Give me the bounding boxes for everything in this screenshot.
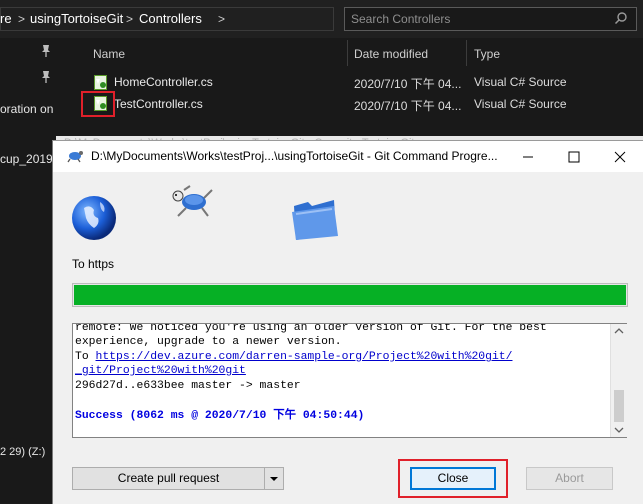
pin-icon[interactable] <box>40 70 52 84</box>
column-header-name[interactable]: Name <box>93 47 125 61</box>
create-pull-request-button[interactable]: Create pull request <box>72 467 265 490</box>
nav-item-project[interactable]: oration on <box>0 102 53 116</box>
pin-icon[interactable] <box>40 44 52 58</box>
minimize-button[interactable] <box>505 141 551 172</box>
file-date: 2020/7/10 下午 04... <box>354 77 462 91</box>
scroll-up-icon[interactable] <box>614 327 624 335</box>
maximize-button[interactable] <box>551 141 597 172</box>
progress-bar <box>72 283 628 307</box>
search-input[interactable] <box>351 10 601 28</box>
globe-icon <box>72 196 116 240</box>
log-scrollbar[interactable] <box>610 324 627 437</box>
chevron-right-icon: > <box>126 12 134 26</box>
search-icon <box>614 12 627 25</box>
scroll-down-icon[interactable] <box>614 426 624 434</box>
csharp-file-icon <box>94 75 107 90</box>
nav-item-backup[interactable]: cup_2019_ <box>0 152 59 166</box>
file-row[interactable]: TestController.cs 2020/7/10 下午 04... Vis… <box>88 94 643 114</box>
dialog-title: D:\MyDocuments\Works\testProj...\usingTo… <box>91 149 498 163</box>
file-row[interactable]: HomeController.cs 2020/7/10 下午 04... Vis… <box>88 72 643 92</box>
dropdown-arrow-icon <box>270 477 278 481</box>
breadcrumb-item-partial[interactable]: re <box>0 0 12 38</box>
log-text: To <box>75 351 96 363</box>
highlight-box <box>81 91 115 117</box>
highlight-box <box>398 459 508 498</box>
folder-icon <box>292 200 338 240</box>
file-name: TestController.cs <box>114 97 203 111</box>
close-window-button[interactable] <box>597 141 643 172</box>
abort-button[interactable]: Abort <box>526 467 613 490</box>
column-divider[interactable] <box>466 40 467 66</box>
minimize-icon <box>523 156 533 158</box>
breadcrumb-item-controllers[interactable]: Controllers <box>139 0 202 38</box>
scrollbar-thumb[interactable] <box>614 390 624 422</box>
log-line: To https://dev.azure.com/darren-sample-o… <box>75 350 512 365</box>
log-line: 296d27d..e633bee master -> master <box>75 380 301 392</box>
repo-url-link[interactable]: _git/Project%20with%20git <box>75 364 246 379</box>
progress-fill <box>74 285 626 305</box>
chevron-right-icon: > <box>218 12 226 26</box>
file-name: HomeController.cs <box>114 75 213 89</box>
file-date: 2020/7/10 下午 04... <box>354 99 462 113</box>
close-icon <box>614 151 626 163</box>
nav-item-drive[interactable]: 2 29) (Z:) <box>0 446 52 470</box>
file-type: Visual C# Source <box>474 97 567 111</box>
status-label: To https <box>72 257 115 271</box>
breadcrumb-item-usingtortoisegit[interactable]: usingTortoiseGit <box>30 0 123 38</box>
create-pull-request-dropdown[interactable] <box>264 467 284 490</box>
file-type: Visual C# Source <box>474 75 567 89</box>
log-line: experience, upgrade to a newer version. <box>75 336 342 348</box>
column-header-date[interactable]: Date modified <box>354 47 428 61</box>
success-message: Success (8062 ms @ 2020/7/10 下午 04:50:44… <box>75 410 365 422</box>
tortoise-animation-icon <box>172 185 213 217</box>
git-progress-dialog <box>52 140 643 504</box>
maximize-icon <box>568 151 580 163</box>
column-header-type[interactable]: Type <box>474 47 500 61</box>
search-box[interactable] <box>344 7 637 31</box>
chevron-right-icon: > <box>18 12 26 26</box>
column-divider[interactable] <box>347 40 348 66</box>
output-log[interactable]: remote: We noticed you're using an older… <box>72 323 627 438</box>
repo-url-link[interactable]: https://dev.azure.com/darren-sample-org/… <box>96 351 513 363</box>
tortoisegit-icon <box>67 151 83 163</box>
